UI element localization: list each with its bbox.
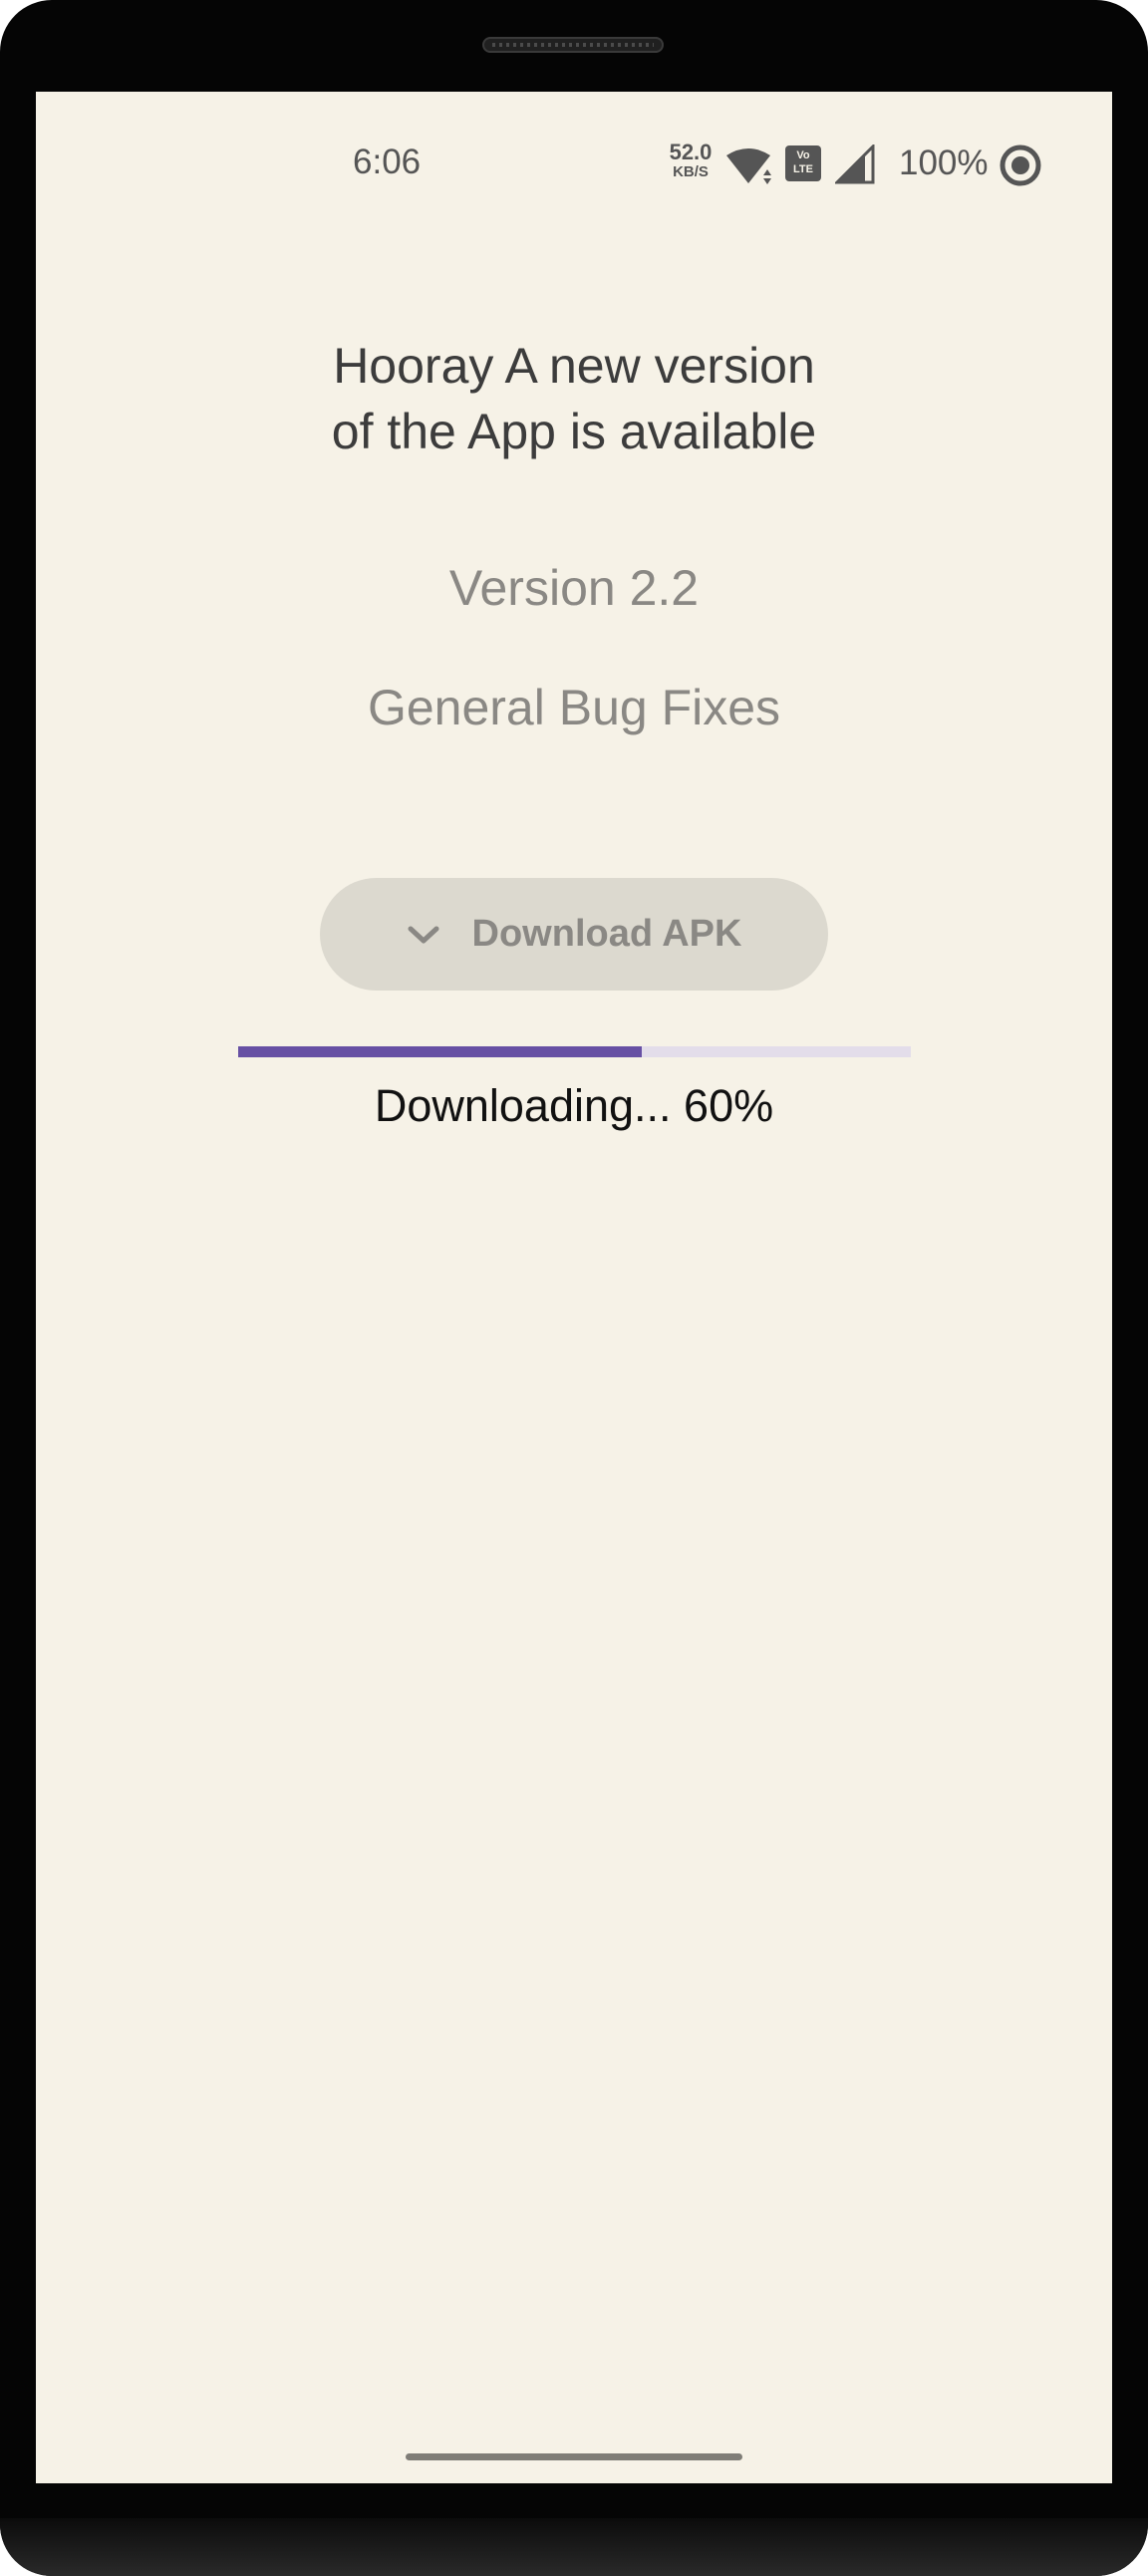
chevron-down-icon [408, 926, 439, 943]
signal-icon [835, 144, 875, 184]
download-button-label: Download APK [471, 913, 742, 955]
download-progress-fill [238, 1046, 642, 1057]
volte-top-label: Vo [796, 149, 810, 161]
network-speed: 52.0 KB/S [662, 140, 719, 181]
network-speed-unit: KB/S [673, 163, 709, 180]
phone-bottom-bezel [0, 2518, 1148, 2576]
status-time: 6:06 [353, 143, 422, 181]
status-bar: 6:06 52.0 KB/S Vo LTE 100% [36, 92, 1112, 239]
volte-icon: Vo LTE [785, 145, 821, 181]
version-label: Version 2.2 [448, 560, 700, 616]
wifi-icon [726, 148, 771, 184]
update-headline: Hooray A new version of the App is avail… [275, 333, 873, 464]
release-notes: General Bug Fixes [367, 680, 781, 735]
record-icon [1000, 144, 1041, 186]
download-apk-button[interactable]: Download APK [320, 878, 828, 991]
battery-percentage: 100% [899, 143, 989, 182]
headline-line-2: of the App is available [331, 404, 817, 459]
network-speed-value: 52.0 [669, 140, 713, 164]
download-progress-text: Downloading... 60% [374, 1080, 774, 1131]
earpiece-speaker [482, 37, 664, 53]
app-screen: 6:06 52.0 KB/S Vo LTE 100% Hooray A new … [36, 92, 1112, 2483]
home-indicator[interactable] [406, 2453, 742, 2460]
phone-frame: 6:06 52.0 KB/S Vo LTE 100% Hooray A new … [0, 0, 1148, 2576]
download-progress-bar [238, 1046, 911, 1057]
headline-line-1: Hooray A new version [333, 338, 815, 394]
volte-bottom-label: LTE [793, 163, 813, 175]
